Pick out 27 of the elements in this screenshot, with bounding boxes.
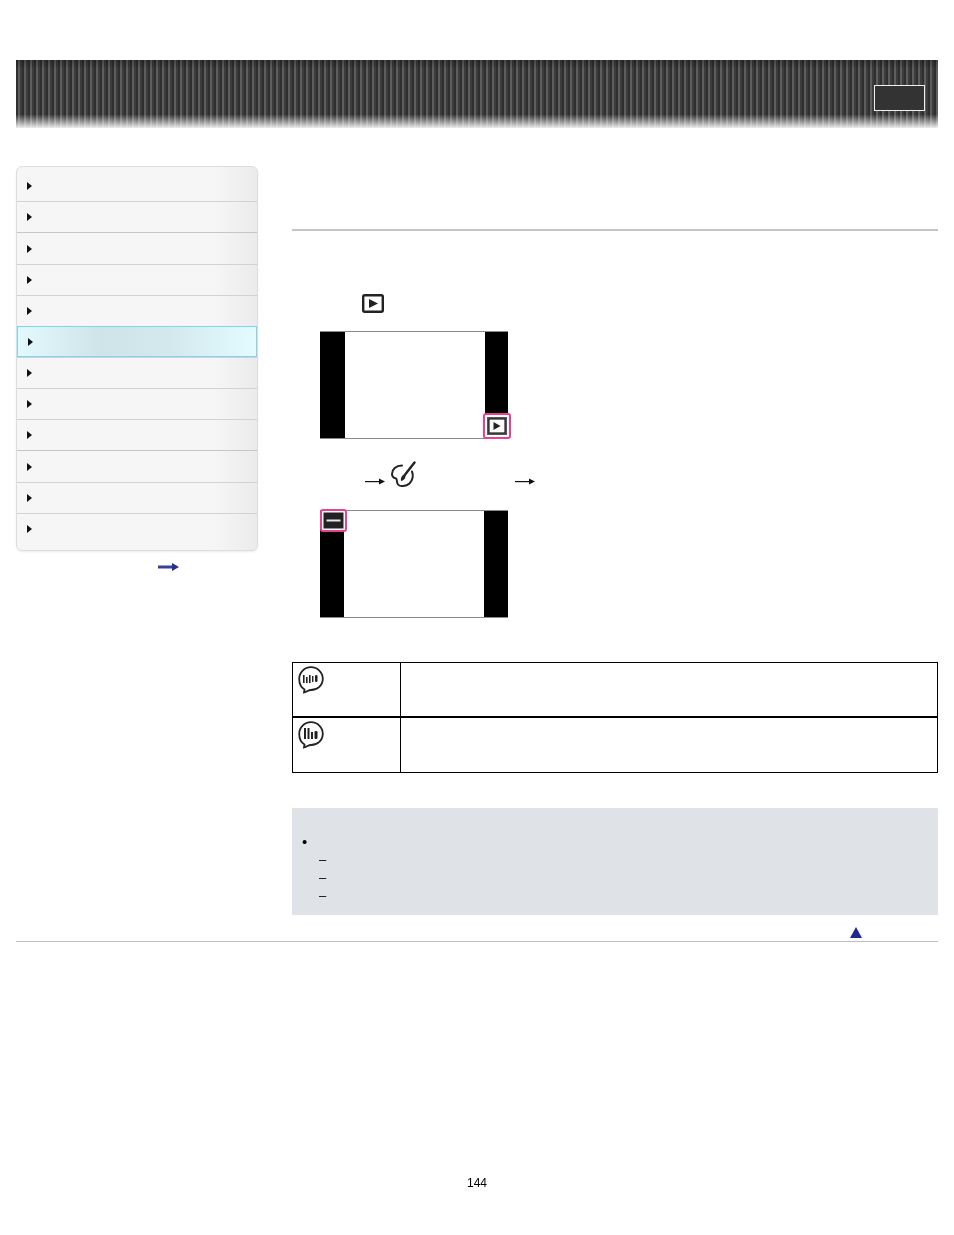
triangle-icon <box>27 245 32 253</box>
triangle-icon <box>27 276 32 284</box>
speech-bubble-icon <box>298 721 324 749</box>
triangle-icon <box>27 400 32 408</box>
page-number: 144 <box>467 1176 487 1190</box>
triangle-icon <box>27 463 32 471</box>
list-dash: – <box>319 887 327 905</box>
triangle-icon <box>28 337 33 346</box>
palette-brush-icon <box>390 461 416 488</box>
speech-bubble-icon <box>298 666 324 694</box>
triangle-icon <box>27 307 32 315</box>
right-arrow-icon <box>365 478 385 485</box>
triangle-icon <box>27 213 32 221</box>
sidebar-item[interactable] <box>17 326 257 357</box>
right-arrow-icon <box>515 478 535 485</box>
triangle-icon <box>27 431 32 439</box>
header-button[interactable] <box>874 85 925 111</box>
triangle-icon <box>27 494 32 502</box>
play-icon <box>362 294 384 313</box>
list-dash: – <box>319 851 327 869</box>
triangle-icon <box>27 525 32 533</box>
list-bullet: • <box>302 833 308 851</box>
right-arrow-icon[interactable] <box>158 563 179 571</box>
list-dash: – <box>319 869 327 887</box>
triangle-icon <box>27 182 32 190</box>
up-triangle-icon[interactable] <box>850 927 862 938</box>
triangle-icon <box>27 369 32 377</box>
